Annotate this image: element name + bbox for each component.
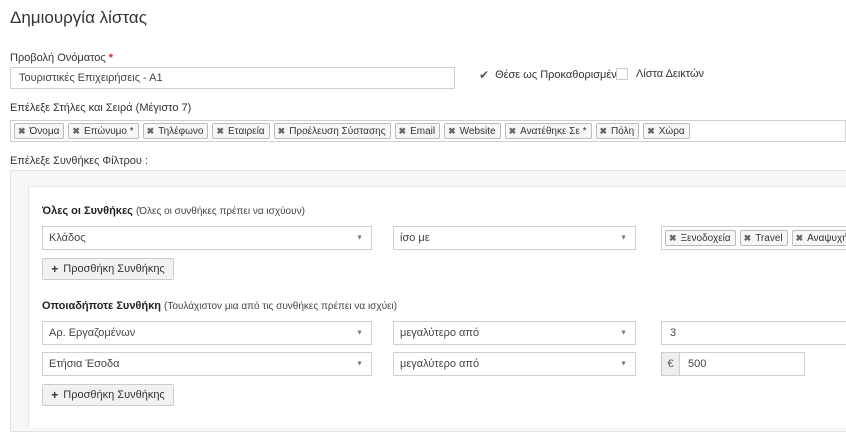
close-icon[interactable]: ✖ bbox=[448, 126, 456, 137]
any-row2-field-select[interactable]: Ετήσια Έσοδα ▼ bbox=[42, 352, 372, 376]
any-row1-operator-value: μεγαλύτερο από bbox=[400, 327, 480, 339]
close-icon[interactable]: ✖ bbox=[72, 126, 80, 137]
column-tag: ✖ Τηλέφωνο bbox=[142, 123, 209, 139]
column-tag: ✖ Πόλη bbox=[595, 123, 640, 139]
column-tag-label: Τηλέφωνο bbox=[158, 125, 204, 137]
column-tag: ✖ Website bbox=[444, 123, 501, 139]
index-list-label: Λίστα Δεικτών bbox=[636, 68, 705, 80]
plus-icon: + bbox=[51, 388, 59, 402]
all-conditions-subtitle: (Όλες οι συνθήκες πρέπει να ισχύουν) bbox=[135, 206, 305, 217]
all-operator-select[interactable]: ίσο με ▼ bbox=[393, 226, 636, 250]
filter-value-tag-label: Travel bbox=[755, 232, 783, 244]
default-checkbox[interactable]: ✔ Θέσε ως Προκαθορισμένο bbox=[479, 68, 623, 82]
filter-value-tag: ✖ Ξενοδοχεία bbox=[665, 230, 736, 246]
any-row2-value-input[interactable]: 500 bbox=[679, 352, 805, 376]
any-row2-field-value: Ετήσια Έσοδα bbox=[49, 358, 120, 370]
columns-tag-input[interactable]: ✖ Όνομα ✖ Επώνυμο * ✖ Τηλέφωνο ✖ Εταιρεία ✖ Προέλ… bbox=[10, 120, 846, 142]
column-tag-label: Επώνυμο * bbox=[83, 125, 134, 137]
triangle-down-icon: ▼ bbox=[620, 360, 627, 368]
all-field-value: Κλάδος bbox=[49, 232, 86, 244]
triangle-down-icon: ▼ bbox=[356, 234, 363, 242]
filter-value-tag-label: Ξενοδοχεία bbox=[680, 232, 731, 244]
column-tag: ✖ Χώρα bbox=[643, 123, 690, 139]
column-tag: ✖ Επώνυμο * bbox=[68, 123, 139, 139]
name-label-text: Προβολή Ονόματος bbox=[10, 52, 106, 64]
column-tag: ✖ Εταιρεία bbox=[212, 123, 270, 139]
any-row2-operator-select[interactable]: μεγαλύτερο από ▼ bbox=[393, 352, 636, 376]
all-operator-value: ίσο με bbox=[400, 232, 430, 244]
any-row1-operator-select[interactable]: μεγαλύτερο από ▼ bbox=[393, 321, 636, 345]
column-tag: ✖ Email bbox=[394, 123, 441, 139]
add-condition-button-all[interactable]: + Προσθήκη Συνθήκης bbox=[42, 258, 174, 280]
close-icon[interactable]: ✖ bbox=[216, 126, 224, 137]
any-condition-subtitle: (Τουλάχιστον μια από τις συνθήκες πρέπει… bbox=[164, 301, 398, 312]
all-conditions-heading: Όλες οι Συνθήκες (Όλες οι συνθήκες πρέπε… bbox=[42, 205, 305, 217]
triangle-down-icon: ▼ bbox=[356, 329, 363, 337]
filters-label: Επέλεξε Συνθήκες Φίλτρου : bbox=[10, 155, 148, 167]
default-checkbox-label: Θέσε ως Προκαθορισμένο bbox=[495, 69, 623, 81]
close-icon[interactable]: ✖ bbox=[18, 126, 26, 137]
column-tag-label: Προέλευση Σύστασης bbox=[289, 125, 386, 137]
name-input[interactable]: Τουριστικές Επιχειρήσεις - Α1 bbox=[10, 67, 455, 89]
close-icon[interactable]: ✖ bbox=[669, 233, 677, 244]
close-icon[interactable]: ✖ bbox=[647, 126, 655, 137]
checkmark-icon: ✔ bbox=[479, 68, 490, 82]
column-tag: ✖ Προέλευση Σύστασης bbox=[273, 123, 391, 139]
all-conditions-title: Όλες οι Συνθήκες bbox=[42, 205, 133, 217]
name-field-label: Προβολή Ονόματος * bbox=[10, 52, 113, 64]
filter-value-tag: ✖ Αναψυχή bbox=[791, 230, 846, 246]
any-row1-field-select[interactable]: Αρ. Εργαζομένων ▼ bbox=[42, 321, 372, 345]
filter-value-tag-label: Αναψυχή bbox=[807, 232, 846, 244]
any-row1-field-value: Αρ. Εργαζομένων bbox=[49, 327, 136, 339]
checkbox-icon bbox=[616, 68, 628, 80]
column-tag-label: Πόλη bbox=[611, 125, 635, 137]
column-tag: ✖ Όνομα bbox=[14, 123, 65, 139]
add-condition-label: Προσθήκη Συνθήκης bbox=[63, 389, 165, 401]
column-tag: ✖ Ανατέθηκε Σε * bbox=[504, 123, 592, 139]
plus-icon: + bbox=[51, 262, 59, 276]
triangle-down-icon: ▼ bbox=[620, 234, 627, 242]
close-icon[interactable]: ✖ bbox=[600, 126, 608, 137]
filter-value-tag: ✖ Travel bbox=[739, 230, 788, 246]
any-row1-value-input[interactable]: 3 bbox=[661, 321, 846, 345]
any-row2-operator-value: μεγαλύτερο από bbox=[400, 358, 480, 370]
close-icon[interactable]: ✖ bbox=[278, 126, 286, 137]
close-icon[interactable]: ✖ bbox=[796, 233, 804, 244]
close-icon[interactable]: ✖ bbox=[744, 233, 752, 244]
index-list-checkbox[interactable]: Λίστα Δεικτών bbox=[616, 68, 704, 80]
column-tag-label: Website bbox=[459, 125, 496, 137]
all-value-tag-input[interactable]: ✖ Ξενοδοχεία ✖ Travel ✖ Αναψυχή bbox=[661, 226, 846, 250]
add-condition-label: Προσθήκη Συνθήκης bbox=[63, 263, 165, 275]
column-tag-label: Όνομα bbox=[29, 125, 60, 137]
any-condition-heading: Οποιαδήποτε Συνθήκη (Τουλάχιστον μια από… bbox=[42, 300, 397, 312]
required-mark: * bbox=[108, 52, 114, 64]
triangle-down-icon: ▼ bbox=[620, 329, 627, 337]
triangle-down-icon: ▼ bbox=[356, 360, 363, 368]
column-tag-label: Εταιρεία bbox=[228, 125, 265, 137]
column-tag-label: Ανατέθηκε Σε * bbox=[520, 125, 587, 137]
column-tag-label: Χώρα bbox=[658, 125, 685, 137]
close-icon[interactable]: ✖ bbox=[509, 126, 517, 137]
page-title: Δημιουργία λίστας bbox=[10, 8, 147, 27]
close-icon[interactable]: ✖ bbox=[399, 126, 407, 137]
close-icon[interactable]: ✖ bbox=[147, 126, 155, 137]
column-tag-label: Email bbox=[410, 125, 436, 137]
columns-label: Επέλεξε Στήλες και Σειρά (Μέγιστο 7) bbox=[10, 102, 192, 114]
add-condition-button-any[interactable]: + Προσθήκη Συνθήκης bbox=[42, 384, 174, 406]
all-field-select[interactable]: Κλάδος ▼ bbox=[42, 226, 372, 250]
currency-addon: € bbox=[661, 352, 680, 376]
any-condition-title: Οποιαδήποτε Συνθήκη bbox=[42, 300, 161, 312]
